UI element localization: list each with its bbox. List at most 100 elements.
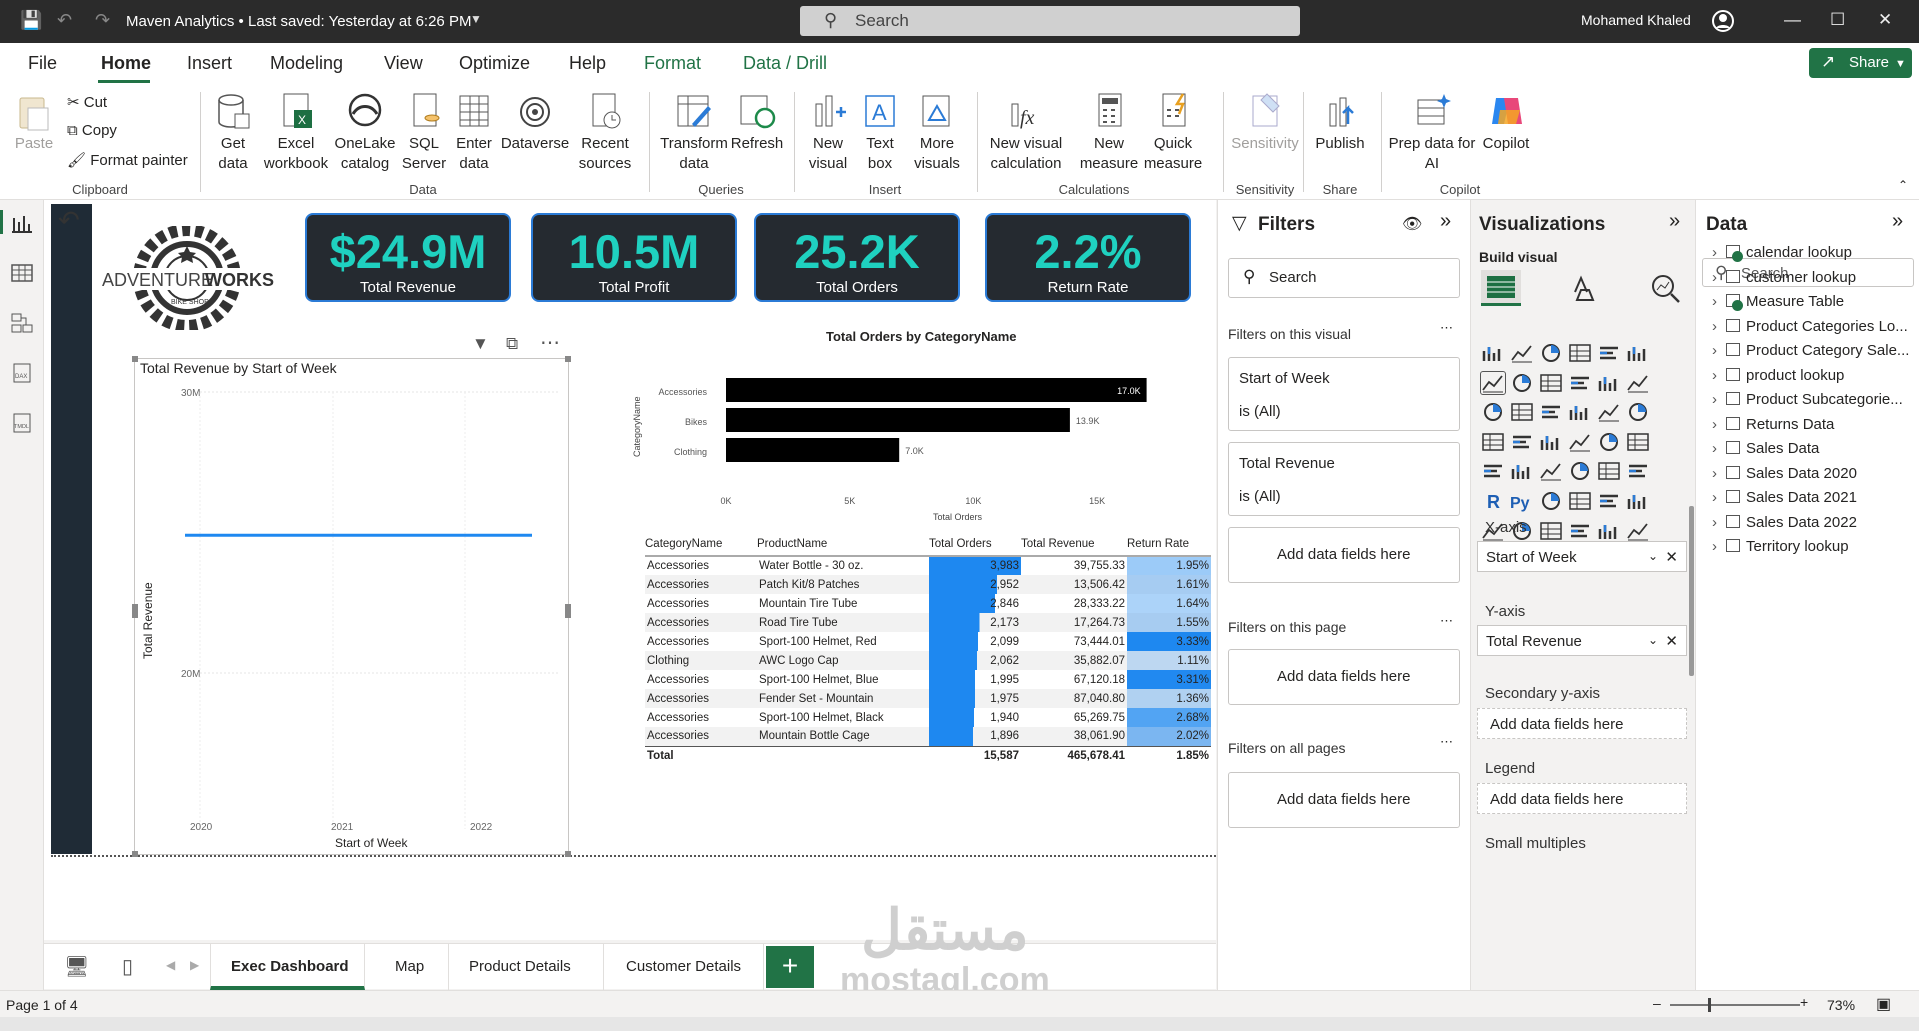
table-row[interactable]: Accessories Water Bottle - 30 oz. 3,983 39,…	[645, 556, 1211, 575]
scatter-icon[interactable]	[1568, 401, 1592, 423]
new-measure-button[interactable]: New measure	[1078, 90, 1140, 174]
dataverse-button[interactable]: Dataverse	[500, 90, 570, 154]
data-table-item[interactable]: › calendar lookup	[1712, 244, 1852, 262]
recent-sources-button[interactable]: Recent sources	[572, 90, 638, 174]
chevron-right-icon[interactable]: ›	[1712, 318, 1726, 335]
tab-customer-details[interactable]: Customer Details	[604, 944, 764, 990]
new-visual-button[interactable]: New visual	[802, 90, 854, 174]
chevron-right-icon[interactable]: ›	[1712, 538, 1726, 555]
undo-icon[interactable]: ↶	[57, 10, 72, 31]
refresh-button[interactable]: Refresh	[730, 90, 784, 154]
data-table-item[interactable]: › product lookup	[1712, 367, 1844, 384]
data-table-item[interactable]: › Sales Data 2020	[1712, 465, 1857, 482]
pie-icon[interactable]	[1597, 401, 1621, 423]
tab-map[interactable]: Map	[365, 944, 449, 990]
table-row[interactable]: Accessories Road Tire Tube 2,173 17,264.73 1…	[645, 613, 1211, 632]
table-icon[interactable]	[1597, 460, 1621, 482]
column-header[interactable]: Total Orders	[929, 532, 1021, 557]
bar[interactable]	[726, 378, 1147, 402]
data-table-item[interactable]: › Product Subcategorie...	[1712, 391, 1903, 408]
data-table-item[interactable]: › Returns Data	[1712, 416, 1834, 433]
chevron-right-icon[interactable]: ›	[1712, 269, 1726, 286]
column-header[interactable]: CategoryName	[645, 532, 757, 557]
area-chart-icon[interactable]	[1510, 372, 1534, 394]
clustered-column-icon[interactable]	[1568, 342, 1592, 364]
ribbon-chart-icon[interactable]	[1481, 401, 1505, 423]
filter-drop-zone-all[interactable]: Add data fields here	[1228, 772, 1460, 828]
power-apps-icon[interactable]	[1539, 520, 1563, 542]
column-header[interactable]: Total Revenue	[1021, 532, 1127, 557]
next-page-icon[interactable]: ▶	[190, 958, 199, 972]
filter-icon[interactable]: ▼	[472, 334, 489, 354]
remove-field-icon[interactable]: ✕	[1665, 632, 1678, 650]
get-data-button[interactable]: Get data	[208, 90, 258, 174]
filter-search-input[interactable]: ⚲ Search	[1228, 258, 1460, 298]
remove-field-icon[interactable]: ✕	[1665, 548, 1678, 566]
sensitivity-button[interactable]: Sensitivity	[1230, 90, 1300, 154]
line-clustered-icon[interactable]	[1626, 372, 1650, 394]
bar-chart-orders-by-category[interactable]: Total Orders by CategoryName CategoryNam…	[626, 327, 1192, 527]
copilot-button[interactable]: Copilot	[1480, 90, 1532, 154]
qa-icon[interactable]	[1597, 490, 1621, 512]
filled-map-icon[interactable]	[1539, 431, 1563, 453]
format-visual-icon[interactable]	[1567, 272, 1601, 306]
new-slicer-icon[interactable]	[1626, 520, 1650, 542]
text-box-button[interactable]: A Text box	[856, 90, 904, 174]
more-options-icon[interactable]: ⋯	[1440, 613, 1453, 629]
user-name[interactable]: Mohamed Khaled	[1581, 12, 1691, 28]
analytics-icon[interactable]	[1649, 272, 1683, 306]
kpi-card-total-profit[interactable]: 10.5M Total Profit	[531, 213, 737, 302]
build-visual-tab[interactable]	[1481, 270, 1521, 306]
chevron-right-icon[interactable]: ›	[1712, 293, 1726, 310]
table-view-icon[interactable]	[10, 262, 34, 284]
waterfall-icon[interactable]	[1510, 401, 1534, 423]
share-button[interactable]: ↗ Share ▼	[1809, 48, 1912, 78]
chevron-right-icon[interactable]: ›	[1712, 465, 1726, 482]
bar[interactable]	[726, 438, 900, 462]
kpi-card-return-rate[interactable]: 2.2% Return Rate	[985, 213, 1191, 302]
filter-card-start-of-week[interactable]: Start of Week is (All)	[1228, 357, 1460, 431]
resize-handle[interactable]	[132, 851, 138, 857]
format-painter-button[interactable]: 🖌 Format painter	[67, 151, 188, 169]
tmdl-view-icon[interactable]: TMDL	[10, 412, 34, 434]
more-options-icon[interactable]: ⋯	[1440, 320, 1453, 336]
publish-button[interactable]: Publish	[1310, 90, 1370, 154]
table-row[interactable]: Accessories Sport-100 Helmet, Red 2,099 73,…	[645, 632, 1211, 651]
filter-card-total-revenue[interactable]: Total Revenue is (All)	[1228, 442, 1460, 516]
tab-help[interactable]: Help	[569, 53, 606, 74]
python-visual-icon[interactable]: Py	[1510, 490, 1534, 512]
100-column-icon[interactable]	[1626, 342, 1650, 364]
data-table-item[interactable]: › Product Categories Lo...	[1712, 318, 1908, 335]
data-table-item[interactable]: › Sales Data 2021	[1712, 489, 1857, 506]
new-card-icon[interactable]	[1597, 520, 1621, 542]
chevron-right-icon[interactable]: ›	[1712, 514, 1726, 531]
kpi-card-total-revenue[interactable]: $24.9M Total Revenue	[305, 213, 511, 302]
table-row[interactable]: Accessories Patch Kit/8 Patches 2,952 13,50…	[645, 575, 1211, 594]
resize-handle[interactable]	[132, 356, 138, 362]
data-table-item[interactable]: › Product Category Sale...	[1712, 342, 1909, 359]
map-icon[interactable]	[1510, 431, 1534, 453]
tab-format[interactable]: Format	[644, 53, 701, 74]
document-title[interactable]: Maven Analytics • Last saved: Yesterday …	[126, 13, 471, 30]
funnel-icon[interactable]	[1539, 401, 1563, 423]
chevron-right-icon[interactable]: ›	[1712, 342, 1726, 359]
azure-map-icon[interactable]	[1597, 431, 1621, 453]
well-x-axis-field[interactable]: Start of Week ⌄ ✕	[1477, 541, 1687, 572]
chevron-right-icon[interactable]: ›	[1712, 416, 1726, 433]
donut-icon[interactable]	[1626, 401, 1650, 423]
line-chart-icon[interactable]	[1480, 370, 1506, 395]
search-input[interactable]: ⚲ Search	[800, 6, 1300, 36]
prev-page-icon[interactable]: ◀	[166, 958, 175, 972]
mobile-layout-icon[interactable]: ▯	[122, 954, 133, 979]
chevron-down-icon[interactable]: ⌄	[1648, 633, 1658, 647]
shape-map-icon[interactable]	[1568, 431, 1592, 453]
chevron-down-icon[interactable]: ⌄	[1648, 549, 1658, 563]
chevron-right-icon[interactable]: ›	[1712, 244, 1726, 261]
100-area-icon[interactable]	[1568, 372, 1592, 394]
gauge-icon[interactable]	[1626, 431, 1650, 453]
resize-handle[interactable]	[565, 356, 571, 362]
fit-to-page-icon[interactable]: ▣	[1876, 994, 1891, 1014]
onelake-button[interactable]: OneLake catalog	[334, 90, 396, 174]
more-options-icon[interactable]: ⋯	[540, 330, 560, 355]
chevron-right-icon[interactable]: ›	[1712, 391, 1726, 408]
